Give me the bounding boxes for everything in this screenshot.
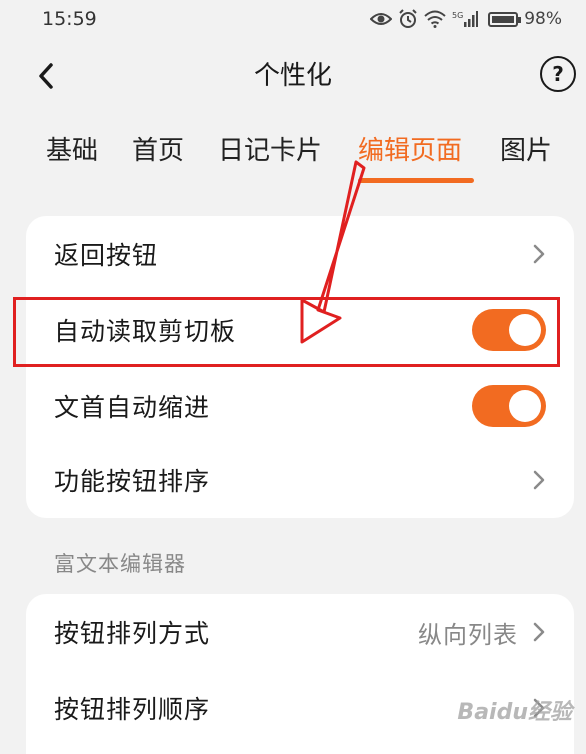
- battery-icon: [488, 11, 522, 27]
- chevron-right-icon: [532, 243, 546, 265]
- personalization-page: 15:59 5G 98% 个性化 ? 基础 首页 日记卡片 编辑页面 图片 返回…: [0, 0, 586, 754]
- tab-diary-card[interactable]: 日记卡片: [218, 130, 322, 167]
- button-layout-row[interactable]: 按钮排列方式 纵向列表: [26, 594, 574, 670]
- auto-read-clipboard-toggle[interactable]: [472, 309, 546, 351]
- tab-home[interactable]: 首页: [132, 130, 184, 167]
- tab-image[interactable]: 图片: [500, 130, 552, 167]
- auto-indent-toggle[interactable]: [472, 385, 546, 427]
- tab-edit-page[interactable]: 编辑页面: [358, 130, 462, 167]
- page-title: 个性化: [253, 60, 332, 91]
- cellular-signal-icon: 5G: [452, 10, 479, 28]
- tab-bar: 基础 首页 日记卡片 编辑页面 图片: [0, 122, 586, 192]
- question-mark-icon: ?: [552, 62, 564, 86]
- function-button-order-row[interactable]: 功能按钮排序: [26, 442, 574, 518]
- row-label: 返回按钮: [54, 241, 159, 270]
- toggle-knob: [509, 390, 541, 422]
- row-label: 文首自动缩进: [54, 393, 211, 422]
- row-value: 纵向列表: [418, 620, 518, 649]
- status-bar: 15:59 5G 98%: [0, 0, 586, 38]
- return-button-row[interactable]: 返回按钮: [26, 216, 574, 292]
- help-button[interactable]: ?: [540, 56, 576, 92]
- chevron-right-icon: [532, 469, 546, 491]
- section-title-rich-text: 富文本编辑器: [54, 552, 186, 576]
- watermark: Baidu经验: [457, 700, 572, 725]
- rich-text-card: 按钮排列方式 纵向列表 按钮排列顺序: [26, 594, 574, 754]
- status-time: 15:59: [42, 8, 97, 30]
- chevron-right-icon: [532, 621, 546, 643]
- row-label: 功能按钮排序: [54, 467, 211, 496]
- status-icons: 5G 98%: [370, 9, 562, 29]
- tab-basic[interactable]: 基础: [46, 130, 98, 167]
- active-tab-indicator: [358, 178, 474, 183]
- row-label: 自动读取剪切板: [54, 317, 237, 346]
- alarm-icon: [398, 9, 418, 29]
- chevron-left-icon: [39, 63, 53, 89]
- auto-indent-row: 文首自动缩进: [26, 368, 574, 444]
- back-button[interactable]: [26, 56, 66, 96]
- auto-read-clipboard-row: 自动读取剪切板: [26, 292, 574, 368]
- settings-card: 返回按钮 自动读取剪切板 文首自动缩进 功能按钮排序: [26, 216, 574, 518]
- network-label: 5G: [452, 11, 463, 20]
- wifi-icon: [424, 10, 446, 28]
- header: 个性化 ?: [0, 44, 586, 102]
- eye-icon: [370, 11, 393, 27]
- row-label: 按钮排列方式: [54, 619, 211, 648]
- battery-percent: 98%: [524, 9, 562, 29]
- toggle-knob: [509, 314, 541, 346]
